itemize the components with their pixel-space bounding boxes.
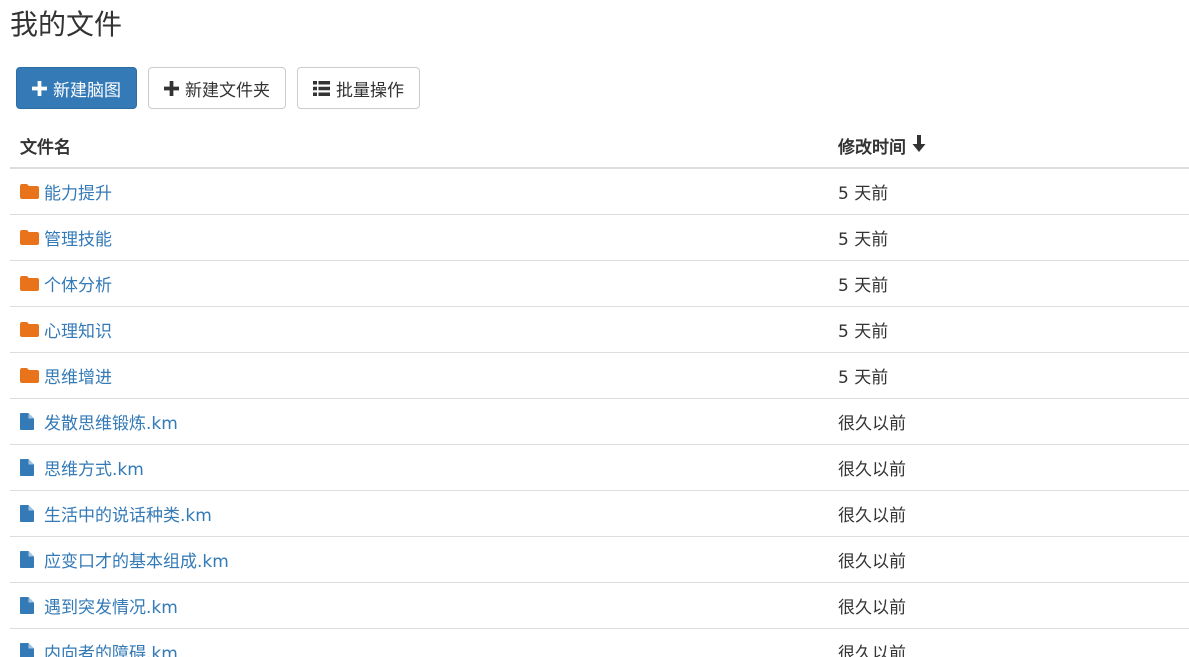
file-name-cell: 思维增进 xyxy=(20,353,112,398)
file-icon xyxy=(20,458,39,477)
modified-time-cell: 很久以前 xyxy=(838,460,906,480)
modified-time-cell: 5 天前 xyxy=(838,276,889,296)
batch-operations-button[interactable]: 批量操作 xyxy=(297,67,420,109)
folder-icon xyxy=(20,366,39,385)
modified-time-cell: 很久以前 xyxy=(838,414,906,434)
table-row[interactable]: 发散思维锻炼.km 很久以前 xyxy=(10,399,1189,445)
file-icon xyxy=(20,642,39,657)
table-row[interactable]: 遇到突发情况.km 很久以前 xyxy=(10,583,1189,629)
folder-link[interactable]: 能力提升 xyxy=(44,179,112,204)
folder-icon xyxy=(20,228,39,247)
folder-link[interactable]: 管理技能 xyxy=(44,225,112,250)
folder-icon xyxy=(20,182,39,201)
file-link[interactable]: 发散思维锻炼.km xyxy=(44,409,178,434)
file-name-cell: 遇到突发情况.km xyxy=(20,583,178,628)
table-row[interactable]: 内向者的障碍.km 很久以前 xyxy=(10,629,1189,657)
file-manager-page: 我的文件 新建脑图 新建文件夹 批量操作 文件名 修改时间 能力提升 5 天前 … xyxy=(0,0,1189,657)
file-link[interactable]: 遇到突发情况.km xyxy=(44,593,178,618)
file-icon xyxy=(20,504,39,523)
table-row[interactable]: 心理知识 5 天前 xyxy=(10,307,1189,353)
file-name-cell: 个体分析 xyxy=(20,261,112,306)
column-header-modified-label: 修改时间 xyxy=(838,138,906,158)
file-name-cell: 内向者的障碍.km xyxy=(20,629,178,657)
file-name-cell: 能力提升 xyxy=(20,169,112,214)
table-row[interactable]: 能力提升 5 天前 xyxy=(10,169,1189,215)
column-header-modified[interactable]: 修改时间 xyxy=(838,133,926,158)
file-link[interactable]: 生活中的说话种类.km xyxy=(44,501,212,526)
modified-time-cell: 5 天前 xyxy=(838,184,889,204)
table-body: 能力提升 5 天前 管理技能 5 天前 个体分析 5 天前 心理知识 5 天前 思维增进 5 天前… xyxy=(10,169,1189,657)
table-row[interactable]: 生活中的说话种类.km 很久以前 xyxy=(10,491,1189,537)
file-link[interactable]: 应变口才的基本组成.km xyxy=(44,547,229,572)
new-mindmap-label: 新建脑图 xyxy=(53,80,121,101)
toolbar: 新建脑图 新建文件夹 批量操作 xyxy=(16,67,420,109)
folder-icon xyxy=(20,320,39,339)
table-header: 文件名 修改时间 xyxy=(10,122,1189,169)
list-icon xyxy=(313,80,330,96)
column-header-name[interactable]: 文件名 xyxy=(20,133,71,158)
page-title: 我的文件 xyxy=(10,8,123,41)
file-name-cell: 应变口才的基本组成.km xyxy=(20,537,229,582)
file-icon xyxy=(20,412,39,431)
folder-link[interactable]: 心理知识 xyxy=(44,317,112,342)
file-name-cell: 思维方式.km xyxy=(20,445,144,490)
new-mindmap-button[interactable]: 新建脑图 xyxy=(16,67,137,109)
file-name-cell: 发散思维锻炼.km xyxy=(20,399,178,444)
plus-icon xyxy=(164,80,179,96)
new-folder-label: 新建文件夹 xyxy=(185,80,270,101)
plus-icon xyxy=(32,80,47,96)
arrow-down-icon xyxy=(912,134,926,157)
table-row[interactable]: 思维方式.km 很久以前 xyxy=(10,445,1189,491)
file-name-cell: 生活中的说话种类.km xyxy=(20,491,212,536)
new-folder-button[interactable]: 新建文件夹 xyxy=(148,67,286,109)
modified-time-cell: 5 天前 xyxy=(838,322,889,342)
file-table: 文件名 修改时间 能力提升 5 天前 管理技能 5 天前 个体分析 5 天前 心理知识 5 天… xyxy=(10,122,1189,657)
file-link[interactable]: 内向者的障碍.km xyxy=(44,639,178,657)
modified-time-cell: 5 天前 xyxy=(838,368,889,388)
modified-time-cell: 很久以前 xyxy=(838,552,906,572)
file-icon xyxy=(20,596,39,615)
file-name-cell: 管理技能 xyxy=(20,215,112,260)
file-name-cell: 心理知识 xyxy=(20,307,112,352)
modified-time-cell: 很久以前 xyxy=(838,644,906,657)
folder-icon xyxy=(20,274,39,293)
modified-time-cell: 5 天前 xyxy=(838,230,889,250)
modified-time-cell: 很久以前 xyxy=(838,506,906,526)
file-link[interactable]: 思维方式.km xyxy=(44,455,144,480)
file-icon xyxy=(20,550,39,569)
folder-link[interactable]: 个体分析 xyxy=(44,271,112,296)
table-row[interactable]: 管理技能 5 天前 xyxy=(10,215,1189,261)
table-row[interactable]: 思维增进 5 天前 xyxy=(10,353,1189,399)
batch-operations-label: 批量操作 xyxy=(336,80,404,101)
folder-link[interactable]: 思维增进 xyxy=(44,363,112,388)
table-row[interactable]: 个体分析 5 天前 xyxy=(10,261,1189,307)
modified-time-cell: 很久以前 xyxy=(838,598,906,618)
table-row[interactable]: 应变口才的基本组成.km 很久以前 xyxy=(10,537,1189,583)
